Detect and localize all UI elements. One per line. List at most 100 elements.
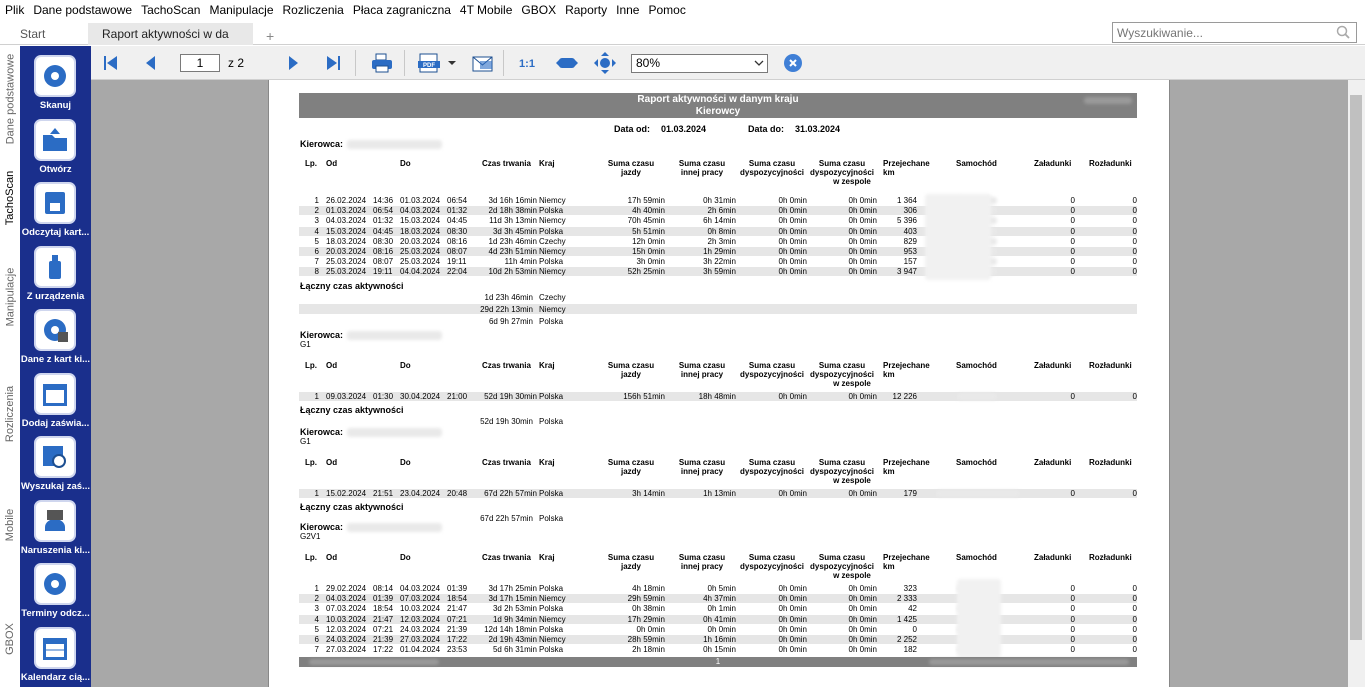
category-tab-1[interactable]: TachoScan: [2, 158, 18, 238]
column-header-km: Przejechane: [883, 553, 930, 562]
report-title: Raport aktywności w danym kraju: [637, 94, 799, 105]
page-number-input[interactable]: [180, 54, 220, 72]
menu-item-1[interactable]: Dane podstawowe: [33, 3, 132, 17]
table-cell: 10d 2h 53min: [488, 267, 537, 277]
sidebar-button-3[interactable]: Z urządzenia: [20, 242, 91, 305]
fit-page-icon[interactable]: [593, 52, 617, 74]
sidebar-button-7[interactable]: Naruszenia ki...: [20, 496, 91, 559]
table-cell: 5d 6h 31min: [492, 645, 537, 655]
vertical-scrollbar[interactable]: [1348, 80, 1365, 687]
menu-item-7[interactable]: GBOX: [521, 3, 556, 17]
menu-item-3[interactable]: Manipulacje: [209, 3, 273, 17]
category-tab-3[interactable]: Rozliczenia: [2, 364, 18, 464]
table-cell: 18h 48min: [698, 392, 736, 401]
table-cell: 0: [1132, 196, 1137, 205]
category-tab-4[interactable]: Mobile: [2, 482, 18, 567]
redacted-vehicle: [957, 579, 1001, 657]
menu-item-2[interactable]: TachoScan: [141, 3, 200, 17]
category-tab-5[interactable]: GBOX: [2, 591, 18, 686]
print-icon[interactable]: [370, 52, 394, 74]
table-cell: 403: [903, 226, 917, 236]
table-cell: Polska: [539, 257, 564, 267]
table-cell: 07:21: [373, 624, 394, 634]
tab-report[interactable]: Raport aktywności w da: [88, 23, 253, 45]
table-cell: 3h 22min: [703, 257, 736, 267]
sidebar-button-2[interactable]: Odczytaj kart...: [20, 178, 91, 241]
menu-item-6[interactable]: 4T Mobile: [460, 3, 512, 17]
scroll-thumb[interactable]: [1350, 95, 1362, 640]
sidebar-button-6[interactable]: Wyszukaj zaś...: [20, 432, 91, 495]
table-cell: 11h 4min: [504, 257, 537, 267]
report-subtitle: Kierowcy: [695, 106, 741, 117]
chevron-down-icon[interactable]: [753, 57, 765, 69]
category-tab-0[interactable]: Dane podstawowe: [2, 46, 18, 151]
sidebar-button-label: Wyszukaj zaś...: [21, 481, 90, 492]
table-cell: 21:39: [373, 635, 394, 644]
table-cell: 52d 19h 30min: [484, 392, 537, 401]
table-cell: 15.03.2024: [400, 216, 441, 226]
redacted-driver-name: [347, 523, 442, 532]
menu-item-10[interactable]: Pomoc: [648, 3, 685, 17]
table-cell: Niemcy: [539, 196, 566, 205]
column-header-si: innej pracy: [680, 467, 724, 476]
search-input[interactable]: [1112, 22, 1357, 43]
column-header-sz: Suma czasu: [818, 458, 866, 467]
table-cell: 6: [314, 247, 319, 256]
table-cell: 4h 40min: [632, 206, 665, 216]
sidebar-button-9[interactable]: Kalendarz cią...: [20, 623, 91, 686]
table-cell: 7: [314, 257, 319, 267]
sidebar-button-5[interactable]: Dodaj zaświa...: [20, 369, 91, 432]
table-cell: 3d 3h 45min: [492, 226, 537, 236]
table-cell: 01:32: [373, 216, 394, 226]
table-cell: 1h 13min: [703, 489, 736, 498]
search-icon[interactable]: [1336, 25, 1350, 39]
menu-item-0[interactable]: Plik: [5, 3, 24, 17]
email-icon[interactable]: [470, 52, 494, 74]
menu-item-5[interactable]: Płaca zagraniczna: [353, 3, 451, 17]
close-report-button[interactable]: [784, 54, 802, 72]
sidebar-button-0[interactable]: Skanuj: [20, 51, 91, 114]
table-cell: 24.03.2024: [326, 635, 367, 644]
column-header-kraj: Kraj: [539, 458, 555, 467]
column-header-samochod: Samochód: [956, 361, 997, 370]
date-from-value: 01.03.2024: [661, 124, 707, 134]
column-header-sd: dyspozycyjności: [739, 467, 805, 476]
column-header-zaladunki: Załadunki: [1034, 361, 1072, 370]
column-header-sd: dyspozycyjności: [739, 562, 805, 571]
next-page-icon[interactable]: [281, 52, 305, 74]
menu-bar: Plik Dane podstawowe TachoScan Manipulacje R…: [0, 0, 1365, 20]
menu-item-9[interactable]: Inne: [616, 3, 639, 17]
table-cell: 0: [1132, 247, 1137, 256]
violations-icon: [34, 499, 76, 542]
column-header-sd: Suma czasu: [748, 159, 796, 168]
table-cell: 08:16: [373, 247, 394, 256]
prev-page-icon[interactable]: [139, 52, 163, 74]
zoom-select[interactable]: 80%: [631, 54, 768, 73]
sidebar-button-1[interactable]: Otwórz: [20, 115, 91, 178]
export-pdf-icon[interactable]: PDF: [417, 52, 441, 74]
export-dropdown-icon[interactable]: [447, 52, 457, 74]
column-header-km: Przejechane: [883, 159, 930, 168]
total-duration: 1d 23h 46min: [484, 292, 533, 302]
table-cell: 0h 38min: [632, 604, 665, 614]
column-header-kraj: Kraj: [539, 553, 555, 562]
column-header-kraj: Kraj: [539, 159, 555, 168]
column-header-sd: dyspozycyjności: [739, 168, 805, 177]
table-cell: 0h 31min: [703, 196, 736, 205]
menu-item-8[interactable]: Raporty: [565, 3, 607, 17]
sidebar-button-4[interactable]: Dane z kart ki...: [20, 305, 91, 368]
last-page-icon[interactable]: [321, 52, 345, 74]
table-cell: 3d 17h 15min: [488, 594, 537, 604]
table-cell: 67d 22h 57min: [484, 489, 537, 498]
sidebar-button-8[interactable]: Terminy odcz...: [20, 559, 91, 622]
fit-width-icon[interactable]: [555, 52, 579, 74]
add-tab-icon[interactable]: +: [266, 28, 274, 44]
tab-start[interactable]: Start: [0, 23, 88, 45]
column-header-do: Do: [400, 361, 411, 370]
column-header-rozladunki: Rozładunki: [1089, 159, 1132, 168]
first-page-icon[interactable]: [99, 52, 123, 74]
category-tab-2[interactable]: Manipulacje: [2, 242, 18, 352]
table-cell: 0: [1132, 624, 1137, 634]
menu-item-4[interactable]: Rozliczenia: [283, 3, 344, 17]
actual-size-icon[interactable]: 1:1: [515, 52, 539, 74]
